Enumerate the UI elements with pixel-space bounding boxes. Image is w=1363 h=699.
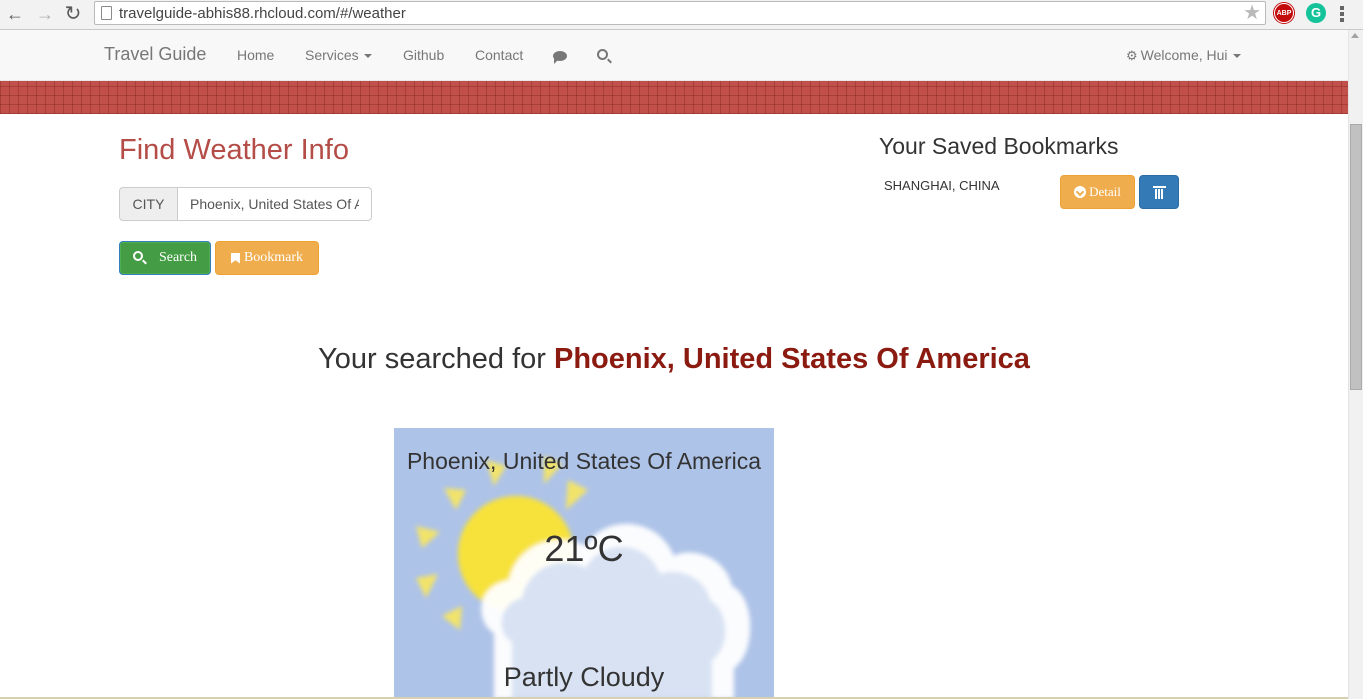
search-icon: [132, 251, 143, 261]
adblock-plus-icon[interactable]: ABP: [1274, 3, 1294, 23]
detail-button-label: Detail: [1089, 184, 1121, 199]
decorative-banner: [0, 81, 1348, 114]
chat-icon[interactable]: [553, 51, 567, 64]
gear-icon: ⚙: [1126, 48, 1138, 63]
find-weather-title: Find Weather Info: [119, 134, 349, 166]
forward-arrow-icon[interactable]: →: [34, 3, 56, 25]
result-city: Phoenix, United States Of America: [553, 343, 1030, 375]
browser-menu-icon[interactable]: [1340, 6, 1344, 24]
page-icon: [101, 6, 112, 20]
search-button[interactable]: Search: [119, 241, 211, 275]
nav-services-label: Services: [305, 47, 359, 63]
bookmark-button-label: Bookmark: [243, 250, 304, 265]
scroll-up-icon[interactable]: [1351, 33, 1359, 38]
bookmark-icon: [230, 252, 240, 264]
city-input[interactable]: [177, 187, 372, 221]
bookmark-detail-button[interactable]: Detail: [1060, 175, 1135, 209]
url-text[interactable]: travelguide-abhis88.rhcloud.com/#/weathe…: [119, 5, 406, 22]
city-label: CITY: [119, 187, 177, 221]
bookmark-item-city: SHANGHAI, CHINA: [884, 178, 1000, 193]
grammarly-icon[interactable]: G: [1306, 3, 1326, 23]
bookmark-star-icon[interactable]: ★: [1243, 2, 1261, 24]
search-icon[interactable]: [597, 49, 608, 60]
caret-down-icon: [1232, 54, 1241, 59]
trash-icon: [1152, 185, 1166, 199]
weather-card: Phoenix, United States Of America 21ºC P…: [394, 428, 774, 699]
caret-down-icon: [363, 54, 372, 59]
saved-bookmarks-title: Your Saved Bookmarks: [879, 133, 1119, 159]
site-navbar: Travel Guide Home Services Github Contac…: [0, 30, 1348, 81]
bookmark-button[interactable]: Bookmark: [215, 241, 319, 275]
browser-toolbar: ← → ↻ travelguide-abhis88.rhcloud.com/#/…: [0, 0, 1363, 30]
result-prefix: Your searched for: [318, 343, 554, 375]
nav-contact[interactable]: Contact: [475, 47, 523, 63]
user-menu[interactable]: ⚙ Welcome, Hui: [1126, 47, 1241, 64]
weather-card-city: Phoenix, United States Of America: [406, 448, 762, 474]
search-button-label: Search: [158, 250, 198, 265]
nav-github[interactable]: Github: [403, 47, 444, 63]
bookmark-delete-button[interactable]: [1139, 175, 1179, 209]
nav-services[interactable]: Services: [305, 47, 372, 63]
back-arrow-icon[interactable]: ←: [4, 3, 26, 25]
welcome-label: Welcome, Hui: [1140, 47, 1228, 63]
result-heading: Your searched for Phoenix, United States…: [0, 343, 1348, 376]
weather-card-temperature: 21ºC: [544, 528, 624, 569]
brand-link[interactable]: Travel Guide: [104, 44, 206, 65]
chevron-circle-down-icon: [1074, 186, 1087, 198]
scrollbar-thumb[interactable]: [1350, 124, 1362, 390]
reload-icon[interactable]: ↻: [62, 3, 84, 25]
city-input-group: CITY: [119, 187, 372, 221]
nav-home[interactable]: Home: [237, 47, 274, 63]
address-bar[interactable]: travelguide-abhis88.rhcloud.com/#/weathe…: [94, 1, 1266, 25]
weather-card-condition: Partly Cloudy: [503, 662, 665, 692]
